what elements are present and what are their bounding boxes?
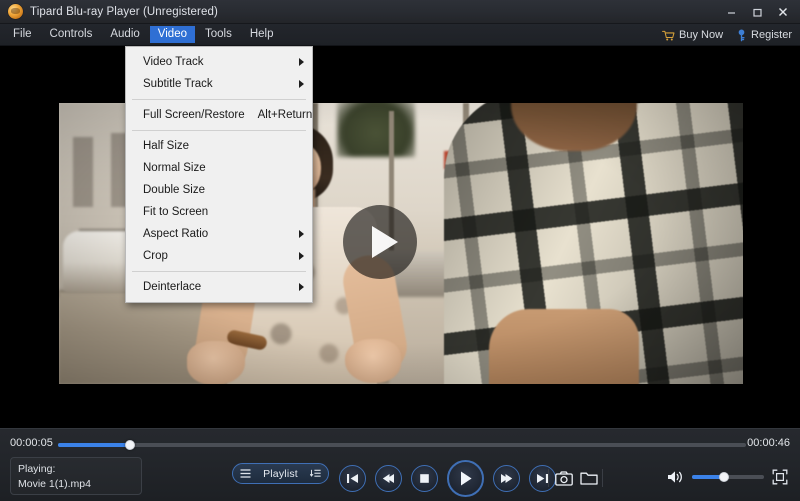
menu-item-label: Video Track [143, 56, 204, 68]
menu-bar-actions: Buy Now Register [662, 24, 792, 46]
fast-forward-button[interactable] [493, 465, 520, 492]
menu-item-subtitle-track[interactable]: Subtitle Track [126, 73, 312, 95]
menu-item-label: Aspect Ratio [143, 228, 209, 240]
play-triangle-icon [371, 226, 398, 258]
menu-item-label: Subtitle Track [143, 78, 213, 90]
total-time-label: 00:00:46 [747, 437, 790, 449]
window-title: Tipard Blu-ray Player (Unregistered) [30, 5, 218, 18]
menu-item-label: Normal Size [143, 162, 206, 174]
rewind-icon [382, 474, 394, 483]
menu-bar: File Controls Audio Video Tools Help Buy… [0, 24, 800, 46]
menu-item-video-track[interactable]: Video Track [126, 51, 312, 73]
video-dropdown-menu: Video Track Subtitle Track Full Screen/R… [125, 46, 313, 303]
play-triangle-icon [461, 471, 472, 486]
playlist-sort-icon [309, 469, 321, 478]
menu-item-label: Double Size [143, 184, 206, 196]
fullscreen-expand-icon[interactable] [772, 469, 788, 485]
menu-item-fit-to-screen[interactable]: Fit to Screen [126, 201, 312, 223]
chevron-right-icon [299, 80, 304, 88]
toolbar-divider [602, 469, 603, 487]
chevron-right-icon [299, 58, 304, 66]
menu-item-shortcut: Alt+Return [257, 109, 313, 121]
app-logo-icon [8, 4, 23, 19]
menu-file[interactable]: File [5, 26, 40, 44]
menu-help[interactable]: Help [242, 26, 282, 44]
rewind-button[interactable] [375, 465, 402, 492]
overlay-play-button[interactable] [343, 205, 417, 279]
menu-separator [132, 99, 306, 100]
shopping-cart-icon [662, 30, 675, 41]
register-button[interactable]: Register [736, 29, 792, 42]
menu-video[interactable]: Video [149, 25, 195, 44]
toolbar-divider [548, 469, 549, 487]
menu-item-label: Deinterlace [143, 281, 202, 293]
menu-item-deinterlace[interactable]: Deinterlace [126, 276, 312, 298]
seek-slider-handle[interactable] [125, 440, 136, 450]
window-controls [718, 0, 796, 24]
menu-item-double-size[interactable]: Double Size [126, 179, 312, 201]
next-button[interactable] [529, 465, 556, 492]
video-detail [337, 103, 415, 157]
play-button[interactable] [447, 460, 484, 497]
current-time-label: 00:00:05 [10, 437, 53, 449]
stop-square-icon [420, 474, 429, 483]
register-label: Register [751, 29, 792, 41]
menu-item-label: Crop [143, 250, 168, 262]
menu-item-label: Full Screen/Restore [143, 109, 245, 121]
video-stage[interactable] [0, 46, 800, 428]
snapshot-button[interactable] [553, 469, 575, 487]
close-icon[interactable] [770, 1, 796, 23]
open-folder-button[interactable] [578, 469, 600, 487]
menu-separator [132, 130, 306, 131]
menu-tools[interactable]: Tools [197, 26, 240, 44]
video-detail [345, 339, 401, 383]
volume-slider[interactable] [692, 472, 764, 482]
menu-item-label: Fit to Screen [143, 206, 209, 218]
seek-slider[interactable] [58, 440, 746, 450]
folder-icon [580, 472, 598, 485]
menu-item-half-size[interactable]: Half Size [126, 135, 312, 157]
list-lines-icon [240, 469, 251, 478]
seek-progress-fill [58, 443, 131, 447]
menu-separator [132, 271, 306, 272]
chevron-right-icon [299, 283, 304, 291]
playlist-label: Playlist [263, 467, 298, 480]
menu-item-crop[interactable]: Crop [126, 245, 312, 267]
title-bar: Tipard Blu-ray Player (Unregistered) [0, 0, 800, 24]
buy-now-button[interactable]: Buy Now [662, 29, 723, 41]
maximize-icon[interactable] [744, 1, 770, 23]
progress-row: 00:00:05 00:00:46 [0, 435, 800, 453]
menu-item-full-screen-restore[interactable]: Full Screen/Restore Alt+Return [126, 104, 312, 126]
player-control-bar: 00:00:05 00:00:46 Playing: Movie 1(1).mp… [0, 428, 800, 501]
speaker-volume-icon[interactable] [667, 470, 684, 484]
minimize-icon[interactable] [718, 1, 744, 23]
transport-controls: Playlist [0, 457, 800, 499]
menu-item-aspect-ratio[interactable]: Aspect Ratio [126, 223, 312, 245]
chevron-right-icon [299, 252, 304, 260]
video-detail [73, 137, 93, 207]
volume-controls [667, 469, 788, 485]
menu-item-normal-size[interactable]: Normal Size [126, 157, 312, 179]
chevron-right-icon [299, 230, 304, 238]
video-detail [489, 309, 639, 384]
playlist-button[interactable]: Playlist [232, 463, 329, 484]
fast-forward-icon [501, 474, 513, 483]
register-key-icon [738, 29, 745, 41]
camera-icon [555, 470, 573, 486]
buy-now-label: Buy Now [679, 29, 724, 41]
menu-controls[interactable]: Controls [42, 26, 101, 44]
previous-button[interactable] [339, 465, 366, 492]
menu-audio[interactable]: Audio [102, 26, 147, 44]
player-window: Tipard Blu-ray Player (Unregistered) Fil… [0, 0, 800, 501]
menu-item-label: Half Size [143, 140, 190, 152]
stop-button[interactable] [411, 465, 438, 492]
volume-slider-handle[interactable] [719, 472, 730, 482]
skip-previous-icon [347, 474, 358, 483]
video-detail [187, 341, 245, 384]
